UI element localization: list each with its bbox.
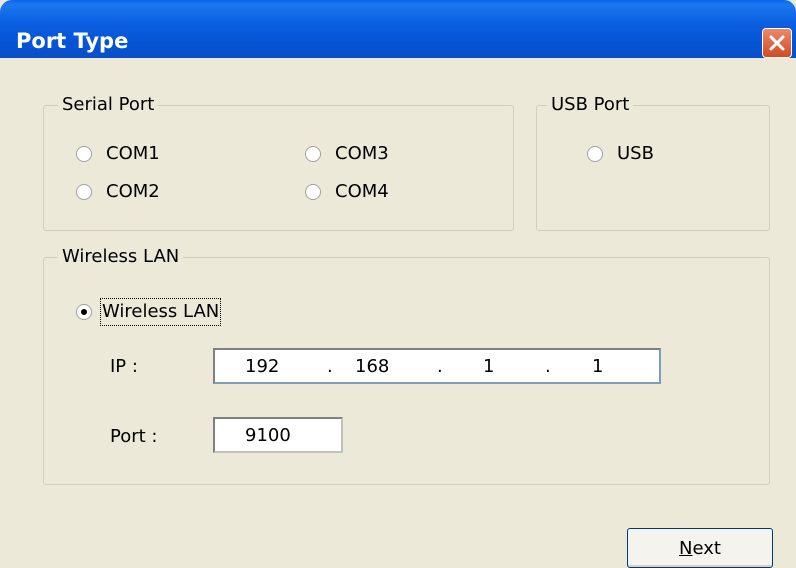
radio-com2[interactable]: COM2 xyxy=(76,180,160,204)
radio-com3[interactable]: COM3 xyxy=(305,142,389,166)
serial-port-label: Serial Port xyxy=(58,92,159,118)
radio-button-selected[interactable] xyxy=(76,304,92,320)
usb-port-group: USB Port xyxy=(536,92,770,231)
radio-usb[interactable]: USB xyxy=(587,142,654,166)
radio-com1[interactable]: COM1 xyxy=(76,142,160,166)
port-field[interactable] xyxy=(213,417,343,453)
ip-dot: . xyxy=(327,356,333,377)
ip-octet-3[interactable]: 1 xyxy=(483,356,494,378)
usb-port-label: USB Port xyxy=(547,92,634,118)
radio-label: COM2 xyxy=(106,181,160,202)
port-input[interactable] xyxy=(215,419,341,451)
ip-dot: . xyxy=(437,356,443,377)
ip-octet-1[interactable]: 192 xyxy=(245,356,279,378)
radio-wireless-lan[interactable]: Wireless LAN xyxy=(76,298,222,326)
next-label-rest: ext xyxy=(692,537,721,559)
radio-button[interactable] xyxy=(587,146,603,162)
close-icon xyxy=(769,35,785,51)
ip-address-input[interactable]: 192 . 168 . 1 . 1 xyxy=(213,348,661,384)
radio-label: COM3 xyxy=(335,143,389,164)
port-type-dialog: Port Type Serial Port COM1 COM3 COM2 COM… xyxy=(0,0,796,568)
close-button[interactable] xyxy=(762,28,792,58)
radio-button[interactable] xyxy=(305,146,321,162)
ip-label: IP : xyxy=(110,356,138,377)
wireless-lan-group-label: Wireless LAN xyxy=(58,244,184,270)
window-title: Port Type xyxy=(16,29,129,53)
radio-com4[interactable]: COM4 xyxy=(305,180,389,204)
port-label: Port : xyxy=(110,426,158,447)
radio-button[interactable] xyxy=(76,146,92,162)
radio-button[interactable] xyxy=(305,184,321,200)
title-bar[interactable]: Port Type xyxy=(0,0,796,58)
serial-port-group: Serial Port xyxy=(43,92,514,231)
ip-dot: . xyxy=(545,356,551,377)
next-mnemonic: N xyxy=(679,537,693,559)
radio-label: COM1 xyxy=(106,143,160,164)
ip-octet-4[interactable]: 1 xyxy=(592,356,603,378)
radio-label: COM4 xyxy=(335,181,389,202)
radio-label: Wireless LAN xyxy=(99,298,222,326)
next-button[interactable]: Next xyxy=(627,528,773,568)
radio-button[interactable] xyxy=(76,184,92,200)
radio-label: USB xyxy=(617,143,654,164)
ip-octet-2[interactable]: 168 xyxy=(355,356,389,378)
